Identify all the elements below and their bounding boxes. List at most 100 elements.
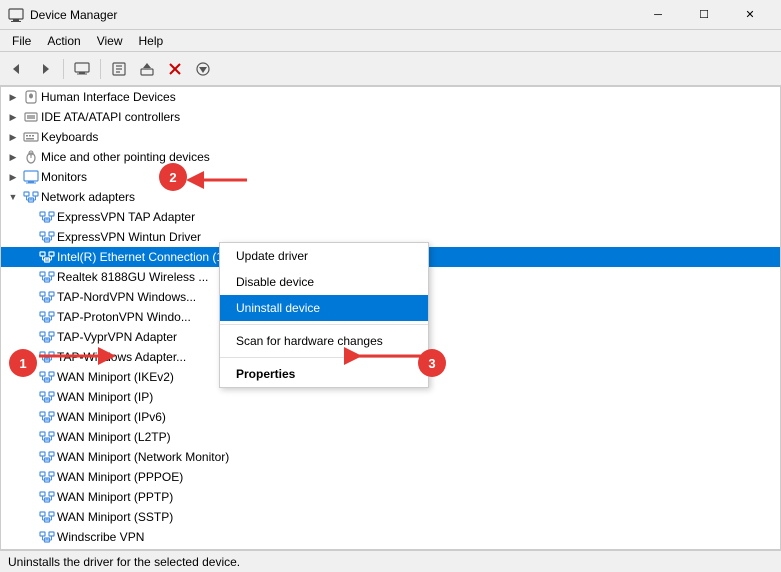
adapter-icon-5 xyxy=(39,289,55,305)
tree-item-monitors[interactable]: ▶ Monitors xyxy=(1,167,780,187)
menu-action[interactable]: Action xyxy=(39,30,88,51)
close-button[interactable]: ✕ xyxy=(727,0,773,30)
realtek-label: Realtek 8188GU Wireless ... xyxy=(57,270,208,284)
menu-help[interactable]: Help xyxy=(131,30,172,51)
toolbar-separator-1 xyxy=(63,59,64,79)
scan-hardware-button[interactable] xyxy=(190,56,216,82)
tree-item-wan-netmon[interactable]: WAN Miniport (Network Monitor) xyxy=(1,447,780,467)
menu-file[interactable]: File xyxy=(4,30,39,51)
network-icon xyxy=(23,189,39,205)
adapter-icon-13 xyxy=(39,449,55,465)
tree-item-wan-l2tp[interactable]: WAN Miniport (L2TP) xyxy=(1,427,780,447)
keyboards-label: Keyboards xyxy=(41,130,98,144)
expander-mice[interactable]: ▶ xyxy=(5,149,21,165)
ctx-uninstall-device[interactable]: Uninstall device xyxy=(220,295,428,321)
ide-label: IDE ATA/ATAPI controllers xyxy=(41,110,180,124)
toolbar-separator-2 xyxy=(100,59,101,79)
adapter-icon-14 xyxy=(39,469,55,485)
expander-hid[interactable]: ▶ xyxy=(5,89,21,105)
menu-bar: File Action View Help xyxy=(0,30,781,52)
app-icon xyxy=(8,7,24,23)
tree-item-wan-sstp[interactable]: WAN Miniport (SSTP) xyxy=(1,507,780,527)
adapter-icon-11 xyxy=(39,409,55,425)
adapter-icon-2 xyxy=(39,229,55,245)
tap-windows-label: TAP-Windows Adapter... xyxy=(57,350,186,364)
tree-item-wan-pppoe[interactable]: WAN Miniport (PPPOE) xyxy=(1,467,780,487)
minimize-button[interactable]: ─ xyxy=(635,0,681,30)
tree-item-expressvpn-tap[interactable]: ExpressVPN TAP Adapter xyxy=(1,207,780,227)
title-bar: Device Manager ─ ☐ ✕ xyxy=(0,0,781,30)
wan-sstp-label: WAN Miniport (SSTP) xyxy=(57,510,173,524)
expander-keyboards[interactable]: ▶ xyxy=(5,129,21,145)
wan-ikev2-label: WAN Miniport (IKEv2) xyxy=(57,370,174,384)
mice-icon xyxy=(23,149,39,165)
expressvpn-tap-label: ExpressVPN TAP Adapter xyxy=(57,210,195,224)
forward-button[interactable] xyxy=(32,56,58,82)
network-label: Network adapters xyxy=(41,190,135,204)
monitors-icon xyxy=(23,169,39,185)
hid-icon xyxy=(23,89,39,105)
ctx-properties[interactable]: Properties xyxy=(220,361,428,387)
main-content: ▶ Human Interface Devices ▶ IDE ATA/ATAP… xyxy=(0,86,781,550)
adapter-icon-9 xyxy=(39,369,55,385)
ctx-separator-1 xyxy=(220,324,428,325)
context-menu: Update driver Disable device Uninstall d… xyxy=(219,242,429,388)
window-controls: ─ ☐ ✕ xyxy=(635,0,773,30)
tree-item-windscribe-wintun[interactable]: Windscribe Windtun420 xyxy=(1,547,780,549)
toolbar xyxy=(0,52,781,86)
back-button[interactable] xyxy=(4,56,30,82)
ide-icon xyxy=(23,109,39,125)
menu-view[interactable]: View xyxy=(89,30,131,51)
mice-label: Mice and other pointing devices xyxy=(41,150,210,164)
tree-item-wan-pptp[interactable]: WAN Miniport (PPTP) xyxy=(1,487,780,507)
ctx-update-driver[interactable]: Update driver xyxy=(220,243,428,269)
adapter-icon-10 xyxy=(39,389,55,405)
keyboards-icon xyxy=(23,129,39,145)
monitors-label: Monitors xyxy=(41,170,87,184)
window-title: Device Manager xyxy=(30,8,635,22)
wan-ip-label: WAN Miniport (IP) xyxy=(57,390,153,404)
tap-vyprvpn-label: TAP-VyprVPN Adapter xyxy=(57,330,177,344)
status-text: Uninstalls the driver for the selected d… xyxy=(8,555,240,569)
adapter-icon-7 xyxy=(39,329,55,345)
adapter-icon-16 xyxy=(39,509,55,525)
device-tree[interactable]: ▶ Human Interface Devices ▶ IDE ATA/ATAP… xyxy=(1,87,780,549)
expander-network[interactable]: ▼ xyxy=(5,189,21,205)
adapter-icon-4 xyxy=(39,269,55,285)
ctx-disable-device[interactable]: Disable device xyxy=(220,269,428,295)
properties-button[interactable] xyxy=(106,56,132,82)
ctx-scan-hardware[interactable]: Scan for hardware changes xyxy=(220,328,428,354)
expressvpn-wintun-label: ExpressVPN Wintun Driver xyxy=(57,230,201,244)
uninstall-device-button[interactable] xyxy=(162,56,188,82)
tree-item-mice[interactable]: ▶ Mice and other pointing devices xyxy=(1,147,780,167)
tree-item-keyboards[interactable]: ▶ Keyboards xyxy=(1,127,780,147)
adapter-icon-6 xyxy=(39,309,55,325)
wan-netmon-label: WAN Miniport (Network Monitor) xyxy=(57,450,229,464)
adapter-icon-17 xyxy=(39,529,55,545)
ctx-separator-2 xyxy=(220,357,428,358)
adapter-icon-15 xyxy=(39,489,55,505)
computer-view-button[interactable] xyxy=(69,56,95,82)
tap-nordvpn-label: TAP-NordVPN Windows... xyxy=(57,290,196,304)
adapter-icon-12 xyxy=(39,429,55,445)
tree-item-network[interactable]: ▼ Network adapters xyxy=(1,187,780,207)
tree-item-wan-ipv6[interactable]: WAN Miniport (IPv6) xyxy=(1,407,780,427)
tree-item-wan-ip[interactable]: WAN Miniport (IP) xyxy=(1,387,780,407)
tree-item-hid[interactable]: ▶ Human Interface Devices xyxy=(1,87,780,107)
maximize-button[interactable]: ☐ xyxy=(681,0,727,30)
driver-update-button[interactable] xyxy=(134,56,160,82)
tap-protonvpn-label: TAP-ProtonVPN Windo... xyxy=(57,310,191,324)
tree-item-ide[interactable]: ▶ IDE ATA/ATAPI controllers xyxy=(1,107,780,127)
tree-item-windscribe-vpn[interactable]: Windscribe VPN xyxy=(1,527,780,547)
wan-pptp-label: WAN Miniport (PPTP) xyxy=(57,490,173,504)
status-bar: Uninstalls the driver for the selected d… xyxy=(0,550,781,572)
expander-monitors[interactable]: ▶ xyxy=(5,169,21,185)
adapter-icon-3 xyxy=(39,249,55,265)
wan-ipv6-label: WAN Miniport (IPv6) xyxy=(57,410,166,424)
hid-label: Human Interface Devices xyxy=(41,90,176,104)
windscribe-vpn-label: Windscribe VPN xyxy=(57,530,144,544)
adapter-icon-1 xyxy=(39,209,55,225)
adapter-icon-8 xyxy=(39,349,55,365)
expander-ide[interactable]: ▶ xyxy=(5,109,21,125)
wan-l2tp-label: WAN Miniport (L2TP) xyxy=(57,430,171,444)
